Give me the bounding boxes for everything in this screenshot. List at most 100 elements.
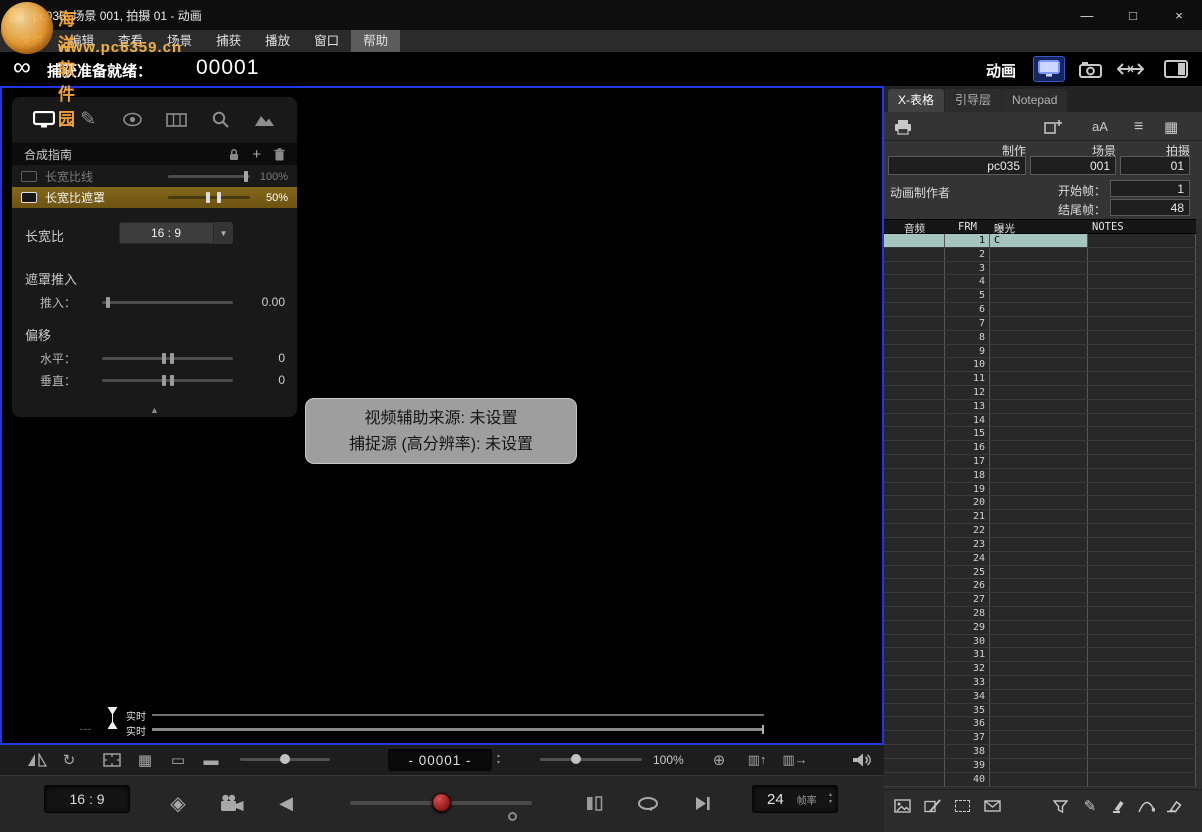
start-frame-value[interactable]: 1 — [1110, 180, 1190, 197]
xsheet-row[interactable]: 10 — [884, 358, 1196, 372]
xsheet-cell[interactable] — [1088, 358, 1196, 371]
xsheet-cell[interactable] — [884, 717, 945, 730]
dashed-frame-icon[interactable] — [950, 794, 974, 818]
xsheet-cell[interactable]: 31 — [945, 648, 990, 661]
xsheet-row[interactable]: 16 — [884, 441, 1196, 455]
xsheet-cell[interactable] — [884, 248, 945, 261]
xsheet-cell[interactable]: 23 — [945, 538, 990, 551]
xsheet-cell[interactable] — [990, 303, 1088, 316]
xsheet-cell[interactable] — [1088, 386, 1196, 399]
xsheet-cell[interactable] — [990, 690, 1088, 703]
xsheet-cell[interactable] — [990, 704, 1088, 717]
xsheet-cell[interactable]: 2 — [945, 248, 990, 261]
xsheet-row[interactable]: 31 — [884, 648, 1196, 662]
xsheet-cell[interactable] — [990, 414, 1088, 427]
tab-guide-layers[interactable]: 引导层 — [945, 89, 1001, 112]
xsheet-cell[interactable]: 19 — [945, 483, 990, 496]
xsheet-cell[interactable] — [990, 538, 1088, 551]
xsheet-cell[interactable] — [1088, 621, 1196, 634]
xsheet-cell[interactable] — [1088, 635, 1196, 648]
xsheet-cell[interactable] — [884, 566, 945, 579]
xsheet-cell[interactable]: 17 — [945, 455, 990, 468]
xsheet-cell[interactable]: 10 — [945, 358, 990, 371]
xsheet-cell[interactable] — [990, 648, 1088, 661]
xsheet-cell[interactable] — [1088, 345, 1196, 358]
xsheet-row[interactable]: 12 — [884, 386, 1196, 400]
fps-control[interactable]: 24 帧率 ▴ ▾ — [752, 785, 838, 813]
xsheet-cell[interactable]: 9 — [945, 345, 990, 358]
xsheet-cell[interactable] — [1088, 441, 1196, 454]
menu-view[interactable]: 查看 — [106, 30, 155, 52]
xsheet-cell[interactable] — [1088, 676, 1196, 689]
production-value[interactable]: pc035 — [888, 156, 1026, 175]
xsheet-row[interactable]: 35 — [884, 704, 1196, 718]
xsheet-cell[interactable]: 24 — [945, 552, 990, 565]
xsheet-cell[interactable] — [884, 524, 945, 537]
xsheet-cell[interactable] — [1088, 745, 1196, 758]
xsheet-cell[interactable] — [990, 372, 1088, 385]
xsheet-cell[interactable] — [1088, 317, 1196, 330]
xsheet-row[interactable]: 26 — [884, 579, 1196, 593]
menu-capture[interactable]: 捕获 — [204, 30, 253, 52]
xsheet-cell[interactable]: 13 — [945, 400, 990, 413]
rotate-view-icon[interactable]: ↻ — [56, 745, 82, 775]
xsheet-cell[interactable]: 34 — [945, 690, 990, 703]
annotation-icon[interactable] — [920, 794, 944, 818]
horizontal-slider[interactable] — [102, 357, 233, 360]
xsheet-cell[interactable] — [990, 496, 1088, 509]
mail-icon[interactable] — [980, 794, 1004, 818]
shuttle-slider[interactable] — [350, 801, 532, 805]
xsheet-cell[interactable] — [990, 248, 1088, 261]
xsheet-row[interactable]: 40 — [884, 773, 1196, 787]
xsheet-cell[interactable] — [990, 358, 1088, 371]
aspect-lines-opacity-slider[interactable] — [168, 175, 250, 178]
xsheet-cell[interactable] — [990, 400, 1088, 413]
aspect-mask-opacity-slider[interactable] — [168, 196, 250, 199]
xsheet-cell[interactable] — [990, 331, 1088, 344]
xsheet-row[interactable]: 34 — [884, 690, 1196, 704]
xsheet-cell[interactable] — [884, 648, 945, 661]
xsheet-cell[interactable] — [1088, 248, 1196, 261]
xsheet-row[interactable]: 3 — [884, 262, 1196, 276]
draw-tools-icon[interactable]: ✎ — [73, 105, 103, 135]
curve-tool-icon[interactable] — [1134, 794, 1158, 818]
aspect-ratio-select[interactable]: 16 : 9 ▼ — [119, 222, 233, 244]
xsheet-cell[interactable] — [884, 621, 945, 634]
marker-icon[interactable] — [1106, 794, 1130, 818]
xsheet-cell[interactable] — [1088, 552, 1196, 565]
live-view-icon[interactable] — [29, 105, 59, 135]
live-view-toggle[interactable] — [1033, 56, 1065, 82]
safe-area-icon[interactable]: ▭ — [165, 745, 191, 775]
xsheet-cell[interactable] — [884, 552, 945, 565]
xsheet-row[interactable]: 11 — [884, 372, 1196, 386]
xsheet-cell[interactable]: 5 — [945, 289, 990, 302]
hourglass-marker[interactable] — [106, 706, 119, 730]
push-up-icon[interactable]: ▥↑ — [740, 745, 774, 775]
grid-view-icon[interactable]: ▦ — [1164, 112, 1178, 141]
xsheet-cell[interactable]: 16 — [945, 441, 990, 454]
xsheet-cell[interactable] — [884, 427, 945, 440]
levels-icon[interactable] — [250, 105, 280, 135]
xsheet-row[interactable]: 36 — [884, 717, 1196, 731]
xsheet-cell[interactable] — [884, 303, 945, 316]
xsheet-cell[interactable] — [884, 262, 945, 275]
collapse-palette-button[interactable]: ▲ — [150, 405, 159, 415]
xsheet-cell[interactable] — [1088, 372, 1196, 385]
xsheet-row[interactable]: 38 — [884, 745, 1196, 759]
xsheet-cell[interactable] — [990, 566, 1088, 579]
xsheet-cell[interactable]: 39 — [945, 759, 990, 772]
row-view-icon[interactable]: ≡ — [1134, 112, 1143, 141]
xsheet-row[interactable]: 17 — [884, 455, 1196, 469]
xsheet-cell[interactable] — [990, 717, 1088, 730]
grid-overlay-icon[interactable]: ▦ — [132, 745, 158, 775]
frame-display[interactable]: - 00001 - — [388, 749, 492, 771]
xsheet-row[interactable]: 22 — [884, 524, 1196, 538]
xsheet-cell[interactable] — [884, 690, 945, 703]
xsheet-cell[interactable] — [990, 593, 1088, 606]
xsheet-cell[interactable] — [1088, 773, 1196, 786]
xsheet-cell[interactable]: 1 — [945, 234, 990, 247]
xsheet-cell[interactable] — [884, 331, 945, 344]
xsheet-cell[interactable] — [884, 441, 945, 454]
xsheet-cell[interactable] — [1088, 607, 1196, 620]
xsheet-cell[interactable] — [990, 275, 1088, 288]
